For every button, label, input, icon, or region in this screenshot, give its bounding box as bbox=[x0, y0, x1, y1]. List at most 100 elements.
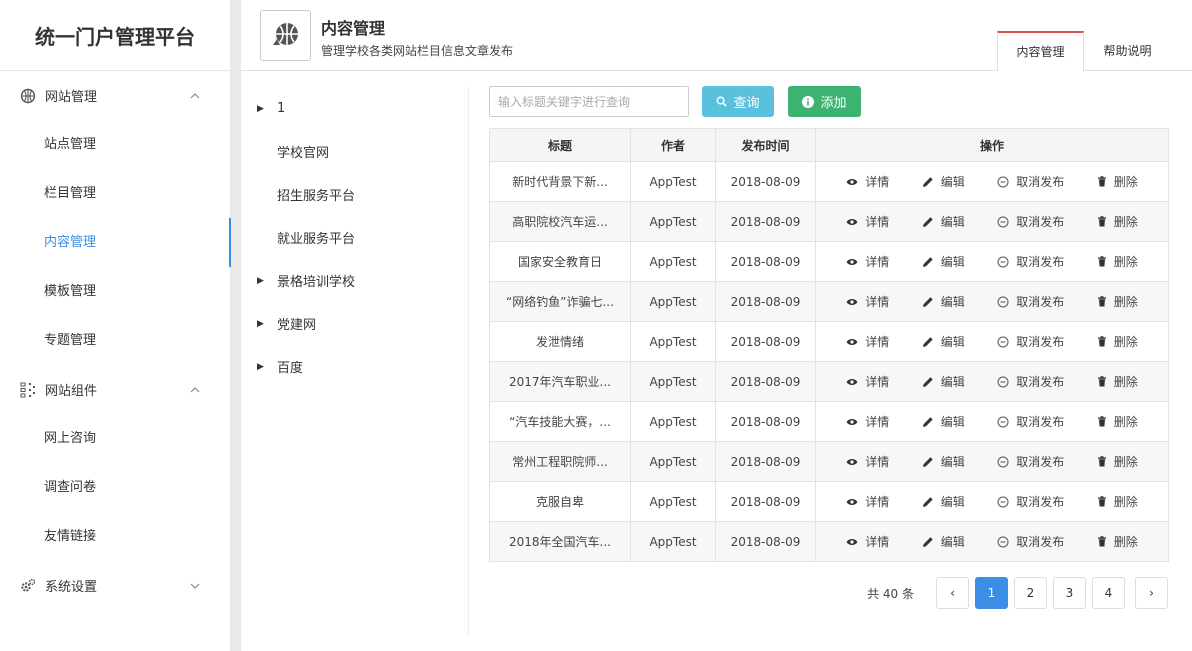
next-page-button[interactable]: › bbox=[1135, 577, 1168, 609]
unpublish-action[interactable]: 取消发布 bbox=[997, 333, 1064, 350]
page-button[interactable]: 4 bbox=[1092, 577, 1125, 609]
caret-right-icon[interactable]: ▶ bbox=[253, 104, 277, 114]
delete-action[interactable]: 删除 bbox=[1097, 373, 1138, 390]
tree-node[interactable]: 学校官网 bbox=[253, 130, 468, 173]
delete-action[interactable]: 删除 bbox=[1097, 333, 1138, 350]
tree-node[interactable]: ▶ 百度 bbox=[253, 345, 468, 388]
unpublish-action[interactable]: 取消发布 bbox=[997, 493, 1064, 510]
table-row: 高职院校汽车运... AppTest 2018-08-09 详情 编辑 取消发布 删除 bbox=[489, 201, 1169, 242]
cell-date: 2018-08-09 bbox=[715, 161, 816, 202]
eye-icon bbox=[846, 338, 858, 346]
tree-node[interactable]: ▶ 1 bbox=[253, 87, 468, 130]
action-label: 编辑 bbox=[940, 255, 965, 269]
search-input[interactable] bbox=[489, 86, 689, 117]
action-label: 编辑 bbox=[940, 415, 965, 429]
add-button[interactable]: 添加 bbox=[788, 86, 861, 117]
unpublish-action[interactable]: 取消发布 bbox=[997, 213, 1064, 230]
tree-node[interactable]: 招生服务平台 bbox=[253, 173, 468, 216]
delete-action[interactable]: 删除 bbox=[1097, 453, 1138, 470]
cell-actions: 详情 编辑 取消发布 删除 bbox=[815, 521, 1169, 562]
sidebar-group-1[interactable]: 网站组件 bbox=[0, 365, 230, 414]
delete-action[interactable]: 删除 bbox=[1097, 493, 1138, 510]
tree-node-label: 招生服务平台 bbox=[277, 189, 356, 204]
cell-date: 2018-08-09 bbox=[715, 521, 816, 562]
tree-node[interactable]: ▶ 景格培训学校 bbox=[253, 259, 468, 302]
chevron-down-icon bbox=[190, 583, 200, 589]
sidebar-item[interactable]: 内容管理 bbox=[0, 218, 231, 267]
prev-page-button[interactable]: ‹ bbox=[936, 577, 969, 609]
sidebar-group-2[interactable]: 系统设置 bbox=[0, 561, 230, 610]
delete-action[interactable]: 删除 bbox=[1097, 253, 1138, 270]
delete-action[interactable]: 删除 bbox=[1097, 213, 1138, 230]
action-label: 详情 bbox=[865, 375, 890, 389]
detail-action[interactable]: 详情 bbox=[846, 293, 889, 310]
cell-actions: 详情 编辑 取消发布 删除 bbox=[815, 241, 1169, 282]
query-button[interactable]: 查询 bbox=[702, 86, 774, 117]
edit-action[interactable]: 编辑 bbox=[922, 413, 965, 430]
sidebar-item[interactable]: 友情链接 bbox=[0, 512, 230, 561]
edit-action[interactable]: 编辑 bbox=[922, 333, 965, 350]
sidebar-item[interactable]: 调查问卷 bbox=[0, 463, 230, 512]
detail-action[interactable]: 详情 bbox=[846, 413, 889, 430]
unpublish-action[interactable]: 取消发布 bbox=[997, 253, 1064, 270]
caret-right-icon[interactable]: ▶ bbox=[253, 276, 277, 286]
tab-content-management[interactable]: 内容管理 bbox=[997, 31, 1084, 72]
delete-action[interactable]: 删除 bbox=[1097, 533, 1138, 550]
delete-action[interactable]: 删除 bbox=[1097, 293, 1138, 310]
table-row: 常州工程职院师... AppTest 2018-08-09 详情 编辑 取消发布 删除 bbox=[489, 441, 1169, 482]
action-label: 取消发布 bbox=[1016, 375, 1065, 389]
cell-title: 新时代背景下新... bbox=[489, 161, 631, 202]
page-button[interactable]: 1 bbox=[975, 577, 1008, 609]
edit-action[interactable]: 编辑 bbox=[922, 253, 965, 270]
eye-icon bbox=[846, 498, 858, 506]
action-label: 编辑 bbox=[940, 335, 965, 349]
table-header-row: 标题 作者 发布时间 操作 bbox=[489, 128, 1169, 162]
unpublish-action[interactable]: 取消发布 bbox=[997, 373, 1064, 390]
detail-action[interactable]: 详情 bbox=[846, 333, 889, 350]
edit-action[interactable]: 编辑 bbox=[922, 493, 965, 510]
unpublish-action[interactable]: 取消发布 bbox=[997, 413, 1064, 430]
detail-action[interactable]: 详情 bbox=[846, 373, 889, 390]
tree-node[interactable]: 就业服务平台 bbox=[253, 216, 468, 259]
action-label: 删除 bbox=[1113, 335, 1138, 349]
unpublish-action[interactable]: 取消发布 bbox=[997, 533, 1064, 550]
detail-action[interactable]: 详情 bbox=[846, 453, 889, 470]
page-button[interactable]: 3 bbox=[1053, 577, 1086, 609]
tree-node[interactable]: ▶ 党建网 bbox=[253, 302, 468, 345]
cell-title-text: 高职院校汽车运... bbox=[512, 215, 608, 229]
cell-title-text: 常州工程职院师... bbox=[512, 455, 608, 469]
edit-action[interactable]: 编辑 bbox=[922, 293, 965, 310]
eye-icon bbox=[846, 458, 858, 466]
edit-action[interactable]: 编辑 bbox=[922, 453, 965, 470]
sidebar-item[interactable]: 网上咨询 bbox=[0, 414, 230, 463]
action-label: 取消发布 bbox=[1016, 495, 1065, 509]
detail-action[interactable]: 详情 bbox=[846, 173, 889, 190]
caret-right-icon[interactable]: ▶ bbox=[253, 362, 277, 372]
sidebar-group-0[interactable]: 网站管理 bbox=[0, 71, 230, 120]
sidebar-item[interactable]: 站点管理 bbox=[0, 120, 230, 169]
caret-right-icon[interactable]: ▶ bbox=[253, 319, 277, 329]
detail-action[interactable]: 详情 bbox=[846, 213, 889, 230]
trash-icon bbox=[1097, 536, 1107, 547]
unpublish-action[interactable]: 取消发布 bbox=[997, 173, 1064, 190]
page-button[interactable]: 2 bbox=[1014, 577, 1047, 609]
edit-action[interactable]: 编辑 bbox=[922, 173, 965, 190]
edit-action[interactable]: 编辑 bbox=[922, 373, 965, 390]
action-label: 编辑 bbox=[940, 215, 965, 229]
unpublish-action[interactable]: 取消发布 bbox=[997, 293, 1064, 310]
unpublish-action[interactable]: 取消发布 bbox=[997, 453, 1064, 470]
detail-action[interactable]: 详情 bbox=[846, 533, 889, 550]
content-table: 标题 作者 发布时间 操作 新时代背景下新... AppTest 2018-08-0… bbox=[489, 128, 1169, 562]
detail-action[interactable]: 详情 bbox=[846, 493, 889, 510]
edit-action[interactable]: 编辑 bbox=[922, 533, 965, 550]
detail-action[interactable]: 详情 bbox=[846, 253, 889, 270]
sidebar-item[interactable]: 专题管理 bbox=[0, 316, 230, 365]
action-label: 详情 bbox=[865, 335, 890, 349]
tab-help[interactable]: 帮助说明 bbox=[1084, 31, 1171, 71]
edit-action[interactable]: 编辑 bbox=[922, 213, 965, 230]
eye-icon bbox=[846, 378, 858, 386]
sidebar-item[interactable]: 模板管理 bbox=[0, 267, 230, 316]
delete-action[interactable]: 删除 bbox=[1097, 413, 1138, 430]
sidebar-item[interactable]: 栏目管理 bbox=[0, 169, 230, 218]
delete-action[interactable]: 删除 bbox=[1097, 173, 1138, 190]
